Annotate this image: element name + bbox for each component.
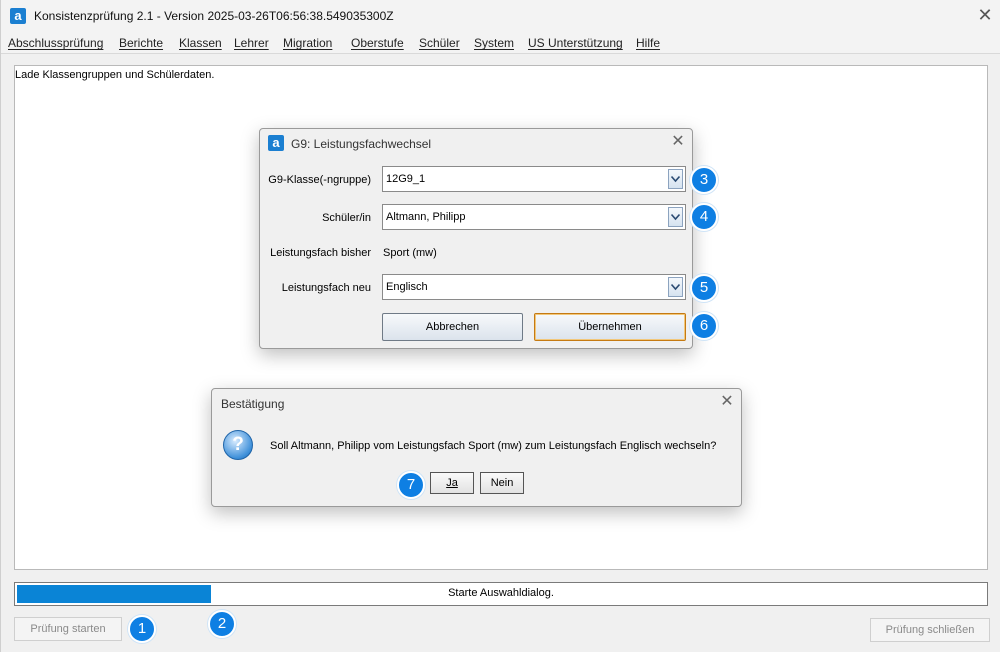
student-select[interactable]: Altmann, Philipp [382, 204, 686, 230]
class-label: G9-Klasse(-ngruppe) [268, 174, 371, 186]
step-badge-2: 2 [208, 610, 236, 638]
g9-dialog-close-icon[interactable]: ✕ [668, 133, 688, 153]
g9-dialog-title: G9: Leistungsfachwechsel [291, 137, 432, 151]
app-logo-icon: a [10, 8, 26, 24]
new-subject-select-value: Englisch [386, 281, 428, 293]
g9-dialog-titlebar: a G9: Leistungsfachwechsel ✕ [260, 129, 692, 157]
window-title: Konsistenzprüfung 2.1 - Version 2025-03-… [34, 9, 394, 23]
chevron-down-icon[interactable] [668, 169, 683, 189]
progress-status-text: Starte Auswahldialog. [448, 587, 554, 599]
step-badge-1: 1 [128, 615, 156, 643]
menu-system[interactable]: System [474, 36, 514, 50]
old-subject-value: Sport (mw) [383, 247, 437, 259]
chevron-down-icon[interactable] [668, 207, 683, 227]
student-select-value: Altmann, Philipp [386, 211, 466, 223]
no-button[interactable]: Nein [480, 472, 524, 494]
yes-button[interactable]: Ja [430, 472, 474, 494]
menu-hilfe[interactable]: Hilfe [636, 36, 660, 50]
old-subject-label: Leistungsfach bisher [270, 247, 371, 259]
menu-bar: Abschlussprüfung Berichte Klassen Lehrer… [1, 33, 1000, 54]
student-label: Schüler/in [322, 212, 371, 224]
accept-button[interactable]: Übernehmen [534, 313, 686, 341]
cancel-button[interactable]: Abbrechen [382, 313, 523, 341]
confirm-dialog-title: Bestätigung [221, 397, 285, 411]
menu-schueler[interactable]: Schüler [419, 36, 460, 50]
step-badge-6: 6 [690, 312, 718, 340]
menu-berichte[interactable]: Berichte [119, 36, 163, 50]
menu-abschlusspruefung[interactable]: Abschlussprüfung [8, 36, 103, 50]
class-select-value: 12G9_1 [386, 173, 426, 185]
menu-migration[interactable]: Migration [283, 36, 332, 50]
confirm-message: Soll Altmann, Philipp vom Leistungsfach … [270, 440, 717, 452]
close-check-button[interactable]: Prüfung schließen [870, 618, 990, 642]
menu-us-unterstuetzung[interactable]: US Unterstützung [528, 36, 623, 50]
new-subject-label: Leistungsfach neu [281, 282, 371, 294]
step-badge-3: 3 [690, 166, 718, 194]
main-window: a Konsistenzprüfung 2.1 - Version 2025-0… [0, 0, 1000, 652]
step-badge-7: 7 [397, 471, 425, 499]
window-close-button[interactable]: ✕ [973, 4, 997, 28]
new-subject-select[interactable]: Englisch [382, 274, 686, 300]
step-badge-5: 5 [690, 274, 718, 302]
confirm-dialog-close-icon[interactable]: ✕ [717, 393, 737, 413]
log-line: Lade Klassengruppen und Schülerdaten. [15, 69, 215, 81]
class-select[interactable]: 12G9_1 [382, 166, 686, 192]
start-check-button[interactable]: Prüfung starten [14, 617, 122, 641]
question-icon: ? [223, 430, 253, 460]
confirm-dialog-titlebar: Bestätigung ✕ [212, 389, 741, 417]
progress-bar: Starte Auswahldialog. [14, 582, 988, 606]
chevron-down-icon[interactable] [668, 277, 683, 297]
app-logo-icon: a [268, 135, 284, 151]
menu-lehrer[interactable]: Lehrer [234, 36, 269, 50]
menu-klassen[interactable]: Klassen [179, 36, 222, 50]
menu-oberstufe[interactable]: Oberstufe [351, 36, 404, 50]
step-badge-4: 4 [690, 203, 718, 231]
title-bar: a Konsistenzprüfung 2.1 - Version 2025-0… [1, 0, 1000, 33]
